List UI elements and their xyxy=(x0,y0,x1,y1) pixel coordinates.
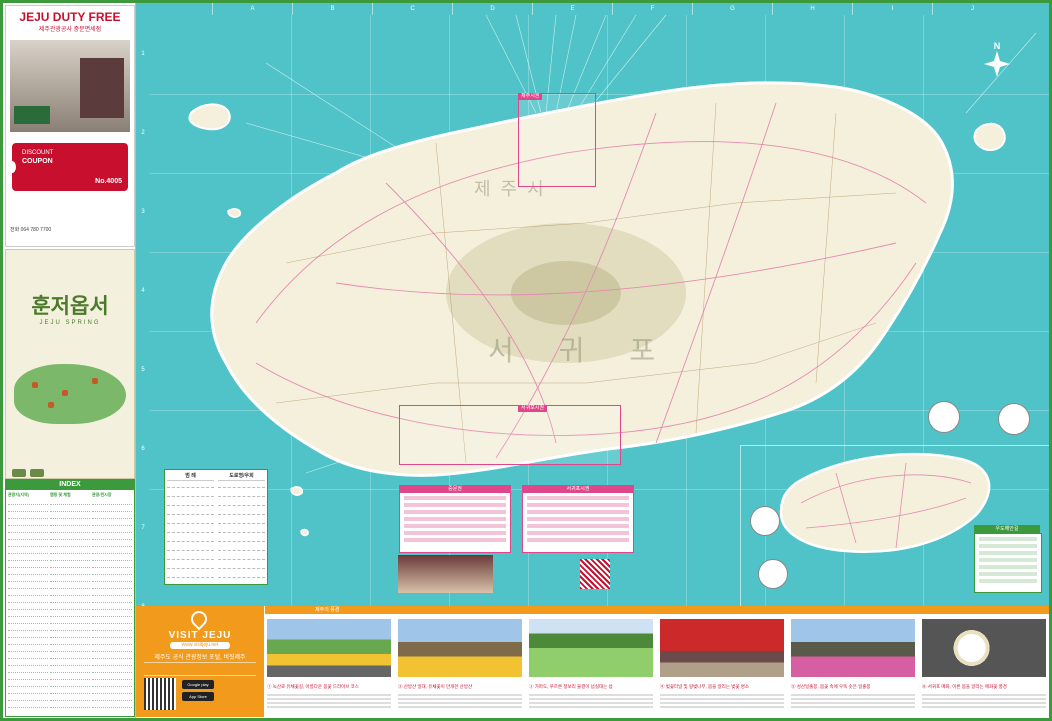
discount-coupon[interactable]: DISCOUNT COUPON No.4005 xyxy=(8,143,128,191)
legend-title: 범 례 xyxy=(167,472,214,481)
inset-detail-circle xyxy=(758,559,788,589)
index-column: 관광지(지역) xyxy=(8,492,48,709)
scenery-caption: ⑥ 서귀포 매화, 이른 봄을 알리는 매화꽃 풍경 xyxy=(922,684,1007,689)
scenery-caption: ④ 벚꽃터널 및 왕벚나무, 봄을 알리는 벚꽃 명소 xyxy=(660,684,750,689)
coupon-title: COUPON xyxy=(22,158,53,165)
visit-jeju-subtitle: 제주도 공식 관광정보 포털, 비짓제주 xyxy=(154,655,246,661)
phone-label: 전화 xyxy=(10,227,20,233)
inset-detail-circle xyxy=(928,401,960,433)
biyang-island xyxy=(227,208,242,218)
visit-jeju-panel: VISIT JEJU www.visitjeju.net 제주도 공식 관광정보… xyxy=(136,606,264,717)
scenery-photo xyxy=(529,619,653,677)
gapa-island xyxy=(290,486,304,496)
seogwipo-callout[interactable] xyxy=(399,405,621,465)
scenery-text xyxy=(529,692,653,712)
index-header: 캠핑 및 체험 xyxy=(50,492,71,497)
inset-detail-circle xyxy=(750,506,780,536)
inset-detail-circle xyxy=(998,403,1030,435)
landmark-icon xyxy=(48,402,54,408)
poi-list-header: 중문권 xyxy=(400,486,510,493)
scenery-caption: ① 녹산로 유채꽃길, 아름다운 봄꽃 드라이브 코스 xyxy=(267,684,359,689)
jeju-city-callout-label: 제주시권 xyxy=(518,93,543,100)
building-image xyxy=(14,106,50,124)
landmark-icon xyxy=(92,378,98,384)
scenery-text xyxy=(398,692,522,712)
legend-title: 도로명/우회 xyxy=(218,472,265,481)
duty-free-logo: JEJU DUTY FREE xyxy=(19,10,121,24)
qr-code[interactable] xyxy=(580,559,610,589)
seogwipo-callout-label: 서귀포시권 xyxy=(518,405,548,412)
jeju-map[interactable]: A B C D E F G H I J 1 2 3 4 5 6 7 8 xyxy=(136,3,1049,606)
coupon-number: No.4005 xyxy=(95,178,122,185)
scenery-caption: ② 산방산 일대, 유채꽃이 만개한 산방산 xyxy=(398,684,473,689)
partner-logos xyxy=(12,464,128,477)
scenery-caption: ⑤ 성산일출봉, 봄꽃 속에 우뚝 솟은 일출봉 xyxy=(791,684,871,689)
phone-info: 전화 064 780 7700 xyxy=(10,226,51,233)
location-pin-icon xyxy=(187,607,211,631)
visit-jeju-description xyxy=(144,662,256,676)
coupon-notch xyxy=(8,161,16,173)
visit-qr-code[interactable] xyxy=(144,678,176,710)
scenery-photo xyxy=(267,619,391,677)
compass-north-label: N xyxy=(993,41,1001,51)
scenery-strip: 제주의 풍경 ① 녹산로 유채꽃길, 아름다운 봄꽃 드라이브 코스 ② 산방산… xyxy=(265,606,1049,717)
google-play-badge[interactable]: Google play xyxy=(182,680,214,689)
jeju-city-callout[interactable] xyxy=(518,93,596,187)
seogwipo-poi-list: 서귀포시권 xyxy=(522,485,634,553)
tour-illustration xyxy=(14,364,126,424)
left-panel: JEJU DUTY FREE 제주관광공사 중문면세점 DISCOUNT COU… xyxy=(3,3,136,718)
visit-jeju-title: VISIT JEJU xyxy=(168,630,232,641)
duty-free-subtitle: 제주관광공사 중문면세점 xyxy=(38,27,102,33)
scenery-title: 제주의 풍경 xyxy=(265,606,1049,614)
partner-logo xyxy=(30,469,44,477)
poi-list-header: 서귀포시권 xyxy=(523,486,633,493)
tour-title: 훈저옵서 xyxy=(31,293,109,318)
udo-legend xyxy=(974,533,1042,593)
landmark-icon xyxy=(62,390,68,396)
index-header: 관광/전시장 xyxy=(92,492,112,497)
chuja-island xyxy=(188,103,231,131)
udo-island xyxy=(973,122,1006,151)
phone-number: 064 780 7700 xyxy=(20,227,52,233)
scenery-photo xyxy=(660,619,784,677)
scenery-text xyxy=(660,692,784,712)
app-store-badge[interactable]: App Store xyxy=(182,692,214,701)
region-label-seogwipo: 서 귀 포 xyxy=(488,334,674,367)
scenery-photo xyxy=(791,619,915,677)
scenery-photo xyxy=(922,619,1046,677)
store-front-image xyxy=(80,58,124,118)
scenery-text xyxy=(267,692,391,712)
mara-island xyxy=(300,528,309,537)
index-column: 관광/전시장 xyxy=(92,492,132,709)
visit-jeju-url[interactable]: www.visitjeju.net xyxy=(170,642,230,649)
scenery-text xyxy=(791,692,915,712)
scenery-text xyxy=(922,692,1046,712)
udo-legend-title: 우도해안길 xyxy=(974,525,1040,533)
partner-logo xyxy=(12,469,26,477)
compass-icon: N xyxy=(982,41,1012,77)
duty-free-ad: JEJU DUTY FREE 제주관광공사 중문면세점 DISCOUNT COU… xyxy=(5,5,135,247)
index-panel: INDEX 관광지(지역) 캠핑 및 체험 관광/전시장 xyxy=(5,479,135,717)
landmark-icon xyxy=(32,382,38,388)
info-center-photo xyxy=(398,555,493,593)
compass-rose-icon xyxy=(984,51,1010,77)
jungmun-poi-list: 중문권 xyxy=(399,485,511,553)
index-header: 관광지(지역) xyxy=(8,492,30,497)
map-legend: 범 례 도로명/우회 xyxy=(164,469,268,585)
scenery-photo xyxy=(398,619,522,677)
index-column: 캠핑 및 체험 xyxy=(50,492,90,709)
tour-panel: 훈저옵서 JEJU SPRING xyxy=(5,249,135,479)
duty-free-photo xyxy=(10,40,130,132)
scenery-caption: ③ 가파도, 푸르른 청보리 물결이 넘실대는 섬 xyxy=(529,684,613,689)
tour-subtitle: JEJU SPRING xyxy=(39,320,101,326)
coupon-label: DISCOUNT xyxy=(22,150,54,156)
index-title: INDEX xyxy=(6,480,134,490)
